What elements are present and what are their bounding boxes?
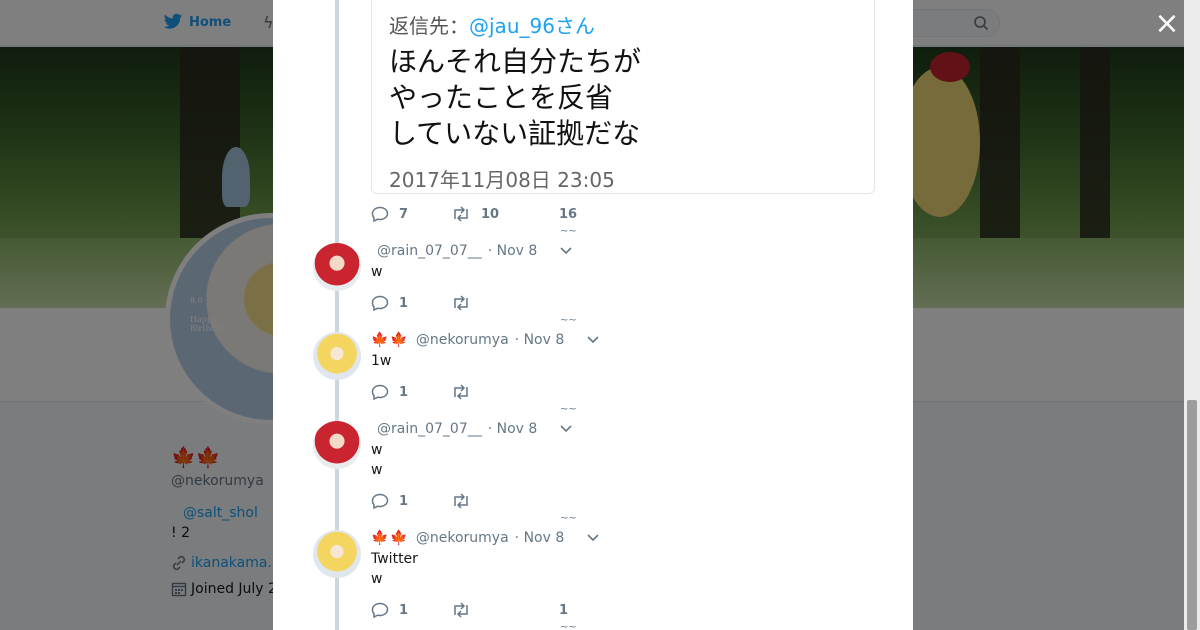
tweet-text-line: w — [371, 462, 383, 478]
tweet-permalink-modal: 返信先：@jau_96さん ほんそれ自分たちが やったことを反省 していない証拠… — [273, 0, 913, 630]
reply-actions: 1 — [371, 295, 559, 311]
like-count: 1 — [559, 602, 569, 618]
tweet-text: Twitter w — [371, 549, 418, 589]
tweet-text-line: 1w — [371, 353, 392, 369]
user-handle[interactable]: @rain_07_07__ — [377, 243, 482, 259]
reply-count: 1 — [399, 493, 409, 509]
like-heart-icon[interactable]: ~~ — [560, 622, 577, 630]
reply-actions: 1 — [371, 384, 559, 400]
chevron-down-icon[interactable] — [559, 246, 573, 256]
retweet-button[interactable]: 10 — [451, 206, 559, 222]
tweet-timestamp[interactable]: · Nov 8 — [488, 421, 538, 437]
user-handle[interactable]: @nekorumya — [416, 332, 509, 348]
tweet-timestamp[interactable]: · Nov 8 — [515, 530, 565, 546]
close-icon[interactable]: × — [1153, 9, 1181, 39]
tweet-timestamp[interactable]: · Nov 8 — [515, 332, 565, 348]
user-handle[interactable]: @rain_07_07__ — [377, 421, 482, 437]
like-heart-icon[interactable]: ~~ — [560, 404, 577, 415]
tweet-header: @rain_07_07__ · Nov 8 — [371, 421, 573, 437]
tweet-text: w — [371, 262, 382, 282]
image-text-line: やったことを反省 — [389, 81, 614, 114]
user-handle[interactable]: @nekorumya — [416, 530, 509, 546]
retweet-icon — [454, 493, 468, 509]
chevron-down-icon[interactable] — [586, 335, 600, 345]
reply-icon — [371, 493, 389, 509]
reply-button[interactable]: 7 — [371, 206, 451, 222]
tweet-text-line: Twitter — [371, 551, 418, 567]
reply-count: 1 — [399, 295, 409, 311]
image-text-line: していない証拠だな — [389, 117, 641, 150]
retweet-button[interactable] — [451, 493, 559, 509]
chevron-down-icon[interactable] — [586, 533, 600, 543]
tweet-header: @rain_07_07__ · Nov 8 — [371, 243, 573, 259]
avatar[interactable] — [313, 243, 361, 291]
reply-count: 1 — [399, 384, 409, 400]
tweet-header: 🍁🍁 @nekorumya · Nov 8 — [371, 332, 600, 348]
retweet-icon — [454, 206, 468, 222]
tweet-text-line: w — [371, 264, 383, 280]
main-tweet-actions: 7 10 16 — [371, 206, 619, 222]
image-reply-prefix: 返信先： — [389, 14, 469, 38]
reply-button[interactable]: 1 — [371, 384, 451, 400]
tweet-text: 1w — [371, 351, 391, 371]
like-button[interactable]: 16 — [559, 207, 619, 222]
reply-icon — [371, 206, 389, 222]
image-reply-mention: @jau_96さん — [469, 14, 595, 38]
retweet-count: 10 — [481, 206, 500, 222]
reply-icon — [371, 602, 389, 618]
tweet-timestamp[interactable]: · Nov 8 — [488, 243, 538, 259]
reply-actions: 1 — [371, 493, 559, 509]
reply-button[interactable]: 1 — [371, 493, 451, 509]
avatar[interactable] — [313, 421, 361, 469]
image-reply-to: 返信先：@jau_96さん — [389, 10, 595, 39]
reply-icon — [371, 295, 389, 311]
retweet-icon — [454, 384, 468, 400]
like-heart-icon[interactable]: ~~ — [560, 513, 577, 524]
retweet-button[interactable] — [451, 384, 559, 400]
reply-button[interactable]: 1 — [371, 295, 451, 311]
tweet-header: 🍁🍁 @nekorumya · Nov 8 — [371, 530, 600, 546]
like-button[interactable]: 1 — [559, 603, 619, 618]
reply-icon — [371, 384, 389, 400]
scrollbar-thumb[interactable] — [1187, 400, 1197, 630]
reply-actions: 1 1 — [371, 602, 619, 618]
tweet-attached-image[interactable]: 返信先：@jau_96さん ほんそれ自分たちが やったことを反省 していない証拠… — [371, 0, 875, 194]
image-date: 2017年11月08日 23:05 — [389, 168, 615, 192]
like-heart-icon[interactable]: ~~ — [560, 226, 577, 237]
retweet-icon — [454, 295, 468, 311]
reply-count: 1 — [399, 602, 409, 618]
tweet-text-line: w — [371, 442, 383, 458]
like-count: 16 — [559, 206, 578, 222]
page-scrollbar[interactable] — [1184, 0, 1200, 630]
tweet-text-line: w — [371, 571, 383, 587]
tweet-text: w w — [371, 440, 382, 480]
retweet-button[interactable] — [451, 602, 559, 618]
avatar[interactable] — [313, 530, 361, 578]
retweet-button[interactable] — [451, 295, 559, 311]
retweet-icon — [454, 602, 468, 618]
image-text-line: ほんそれ自分たちが — [389, 45, 642, 78]
reply-button[interactable]: 1 — [371, 602, 451, 618]
user-display-name[interactable]: 🍁🍁 — [371, 332, 410, 348]
user-display-name[interactable]: 🍁🍁 — [371, 530, 410, 546]
like-heart-icon[interactable]: ~~ — [560, 315, 577, 326]
reply-count: 7 — [399, 206, 409, 222]
avatar[interactable] — [313, 332, 361, 380]
image-body-text: ほんそれ自分たちが やったことを反省 していない証拠だな — [389, 44, 641, 152]
chevron-down-icon[interactable] — [559, 424, 573, 434]
